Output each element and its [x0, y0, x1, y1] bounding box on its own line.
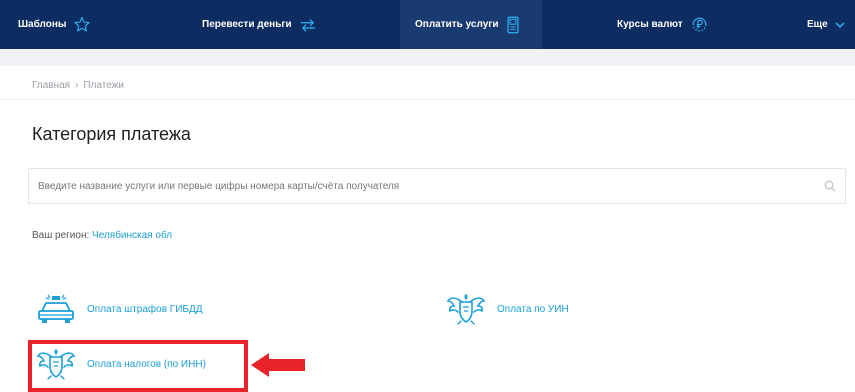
nav-pay-services[interactable]: Оплатить услуги	[400, 0, 542, 49]
chevron-down-icon	[835, 21, 845, 28]
nav-more[interactable]: Еще	[807, 0, 845, 49]
breadcrumb-home-link[interactable]: Главная	[32, 80, 70, 91]
payment-terminal-icon	[507, 16, 519, 33]
breadcrumb-current: Платежи	[83, 80, 124, 91]
sub-navigation-bar	[0, 49, 855, 66]
nav-transfer[interactable]: Перевести деньги	[202, 0, 317, 49]
pointer-arrow-icon	[251, 353, 305, 377]
star-icon	[74, 16, 91, 32]
nav-exchange-rates[interactable]: Курсы валют	[617, 0, 709, 49]
breadcrumb: Главная › Платежи	[32, 80, 124, 91]
transfer-arrows-icon	[300, 18, 316, 32]
highlight-frame	[28, 340, 248, 392]
nav-more-label: Еще	[807, 19, 828, 30]
currency-ruble-icon	[692, 17, 707, 32]
police-car-icon	[38, 294, 74, 323]
nav-templates-label: Шаблоны	[18, 19, 67, 30]
category-uin-payment-label: Оплата по УИН	[497, 303, 569, 315]
nav-transfer-label: Перевести деньги	[202, 19, 292, 30]
divider	[0, 99, 855, 100]
region-info: Ваш регион: Челябинская обл	[32, 230, 172, 241]
search-input[interactable]	[29, 169, 809, 203]
page-title: Категория платежа	[32, 124, 191, 144]
category-traffic-fines-label: Оплата штрафов ГИБДД	[87, 303, 203, 315]
nav-exchange-rates-label: Курсы валют	[617, 19, 683, 30]
coat-of-arms-icon	[446, 294, 486, 325]
search-icon[interactable]	[824, 180, 836, 192]
region-link[interactable]: Челябинская обл	[92, 230, 172, 241]
search-box	[28, 168, 846, 204]
breadcrumb-separator: ›	[75, 80, 79, 91]
category-traffic-fines[interactable]: Оплата штрафов ГИБДД	[34, 293, 203, 325]
category-uin-payment[interactable]: Оплата по УИН	[444, 293, 569, 325]
region-label: Ваш регион:	[32, 230, 90, 241]
nav-templates[interactable]: Шаблоны	[18, 0, 91, 49]
top-navigation: Шаблоны Перевести деньги Оплатить услуги…	[0, 0, 855, 49]
nav-pay-services-label: Оплатить услуги	[415, 19, 499, 30]
